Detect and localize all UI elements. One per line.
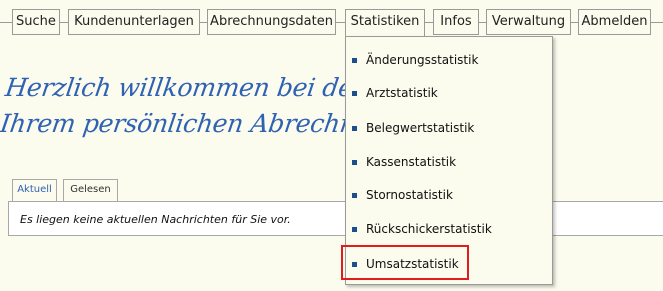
news-panel: Es liegen keine aktuellen Nachrichten fü… <box>8 201 663 236</box>
bullet-icon <box>352 193 357 198</box>
menu-item-label: Änderungsstatistik <box>366 53 479 67</box>
nav-item-statistiken[interactable]: Statistiken <box>345 9 425 37</box>
bullet-icon <box>352 227 357 232</box>
nav-item-abmelden[interactable]: Abmelden <box>578 9 651 35</box>
nav-item-kundenunterlagen[interactable]: Kundenunterlagen <box>68 9 200 35</box>
nav-item-verwaltung[interactable]: Verwaltung <box>486 9 571 35</box>
bullet-icon <box>352 58 357 63</box>
statistiken-dropdown: Änderungsstatistik Arztstatistik Belegwe… <box>345 36 553 285</box>
menu-item-label: Rückschickerstatistik <box>366 222 492 236</box>
nav-item-abrechnungsdaten[interactable]: Abrechnungsdaten <box>207 9 336 35</box>
menu-item-label: Arztstatistik <box>366 86 438 100</box>
menu-item-label: Umsatzstatistik <box>366 257 459 271</box>
bullet-icon <box>352 91 357 96</box>
tab-aktuell[interactable]: Aktuell <box>12 179 57 202</box>
bullet-icon <box>352 126 357 131</box>
bullet-icon <box>352 262 357 267</box>
bullet-icon <box>352 160 357 165</box>
menu-item-label: Belegwertstatistik <box>366 121 475 135</box>
welcome-line-1: Herzlich willkommen bei der DZH <box>3 73 433 102</box>
main-nav: Suche Kundenunterlagen Abrechnungsdaten … <box>0 9 663 37</box>
menu-item-kassenstatistik[interactable]: Kassenstatistik <box>346 146 552 179</box>
menu-item-arztstatistik[interactable]: Arztstatistik <box>346 77 552 110</box>
menu-item-aenderungsstatistik[interactable]: Änderungsstatistik <box>346 44 552 77</box>
nav-item-suche[interactable]: Suche <box>12 9 60 35</box>
welcome-banner: Herzlich willkommen bei der DZH Ihrem pe… <box>0 70 477 142</box>
menu-item-label: Stornostatistik <box>366 188 453 202</box>
menu-item-rueckschickerstatistik[interactable]: Rückschickerstatistik <box>346 213 552 246</box>
nav-item-infos[interactable]: Infos <box>433 9 479 35</box>
tab-gelesen[interactable]: Gelesen <box>63 179 118 201</box>
welcome-line-2: Ihrem persönlichen Abrechnungshaus <box>0 109 477 138</box>
news-message: Es liegen keine aktuellen Nachrichten fü… <box>20 213 291 226</box>
menu-item-stornostatistik[interactable]: Stornostatistik <box>346 179 552 212</box>
menu-item-label: Kassenstatistik <box>366 155 457 169</box>
menu-item-belegwertstatistik[interactable]: Belegwertstatistik <box>346 112 552 145</box>
menu-item-umsatzstatistik[interactable]: Umsatzstatistik <box>346 248 552 281</box>
